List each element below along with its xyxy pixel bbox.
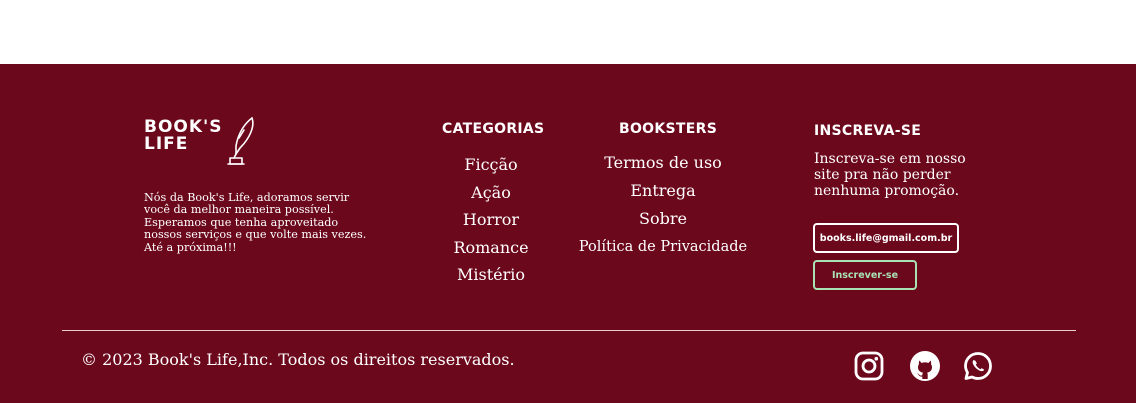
delivery-link[interactable]: Entrega bbox=[578, 181, 748, 209]
quill-ink-icon bbox=[227, 117, 254, 165]
subscribe-heading: INSCREVA-SE bbox=[814, 123, 922, 139]
whatsapp-icon[interactable] bbox=[962, 350, 994, 382]
copyright-text: © 2023 Book's Life,Inc. Todos os direito… bbox=[81, 350, 515, 369]
brand-logo[interactable]: BOOK'S LIFE bbox=[144, 116, 264, 171]
privacy-policy-link[interactable]: Política de Privacidade bbox=[578, 239, 748, 255]
category-link-acao[interactable]: Ação bbox=[441, 181, 541, 209]
terms-link[interactable]: Termos de uso bbox=[578, 153, 748, 181]
category-link-horror[interactable]: Horror bbox=[441, 208, 541, 236]
email-input[interactable] bbox=[813, 223, 959, 253]
about-link[interactable]: Sobre bbox=[578, 209, 748, 239]
booksters-heading: BOOKSTERS bbox=[619, 121, 718, 137]
github-icon[interactable] bbox=[909, 350, 941, 382]
brand-wordmark: BOOK'S LIFE bbox=[144, 117, 223, 154]
categories-heading: CATEGORIAS bbox=[442, 121, 545, 137]
footer-divider bbox=[62, 330, 1076, 331]
category-link-misterio[interactable]: Mistério bbox=[441, 263, 541, 291]
about-text: Nós da Book's Life, adoramos servir você… bbox=[144, 191, 367, 254]
subscribe-button[interactable]: Inscrever-se bbox=[813, 260, 917, 290]
instagram-icon[interactable] bbox=[853, 350, 885, 382]
booksters-list: Termos de uso Entrega Sobre Política de … bbox=[578, 153, 748, 255]
categories-list: Ficção Ação Horror Romance Mistério bbox=[441, 153, 541, 291]
category-link-romance[interactable]: Romance bbox=[441, 236, 541, 264]
site-footer: BOOK'S LIFE Nós da Book's Life, adoramos… bbox=[0, 64, 1136, 403]
category-link-ficcao[interactable]: Ficção bbox=[441, 153, 541, 181]
subscribe-description: Inscreva-se em nosso site pra não perder… bbox=[814, 151, 966, 199]
